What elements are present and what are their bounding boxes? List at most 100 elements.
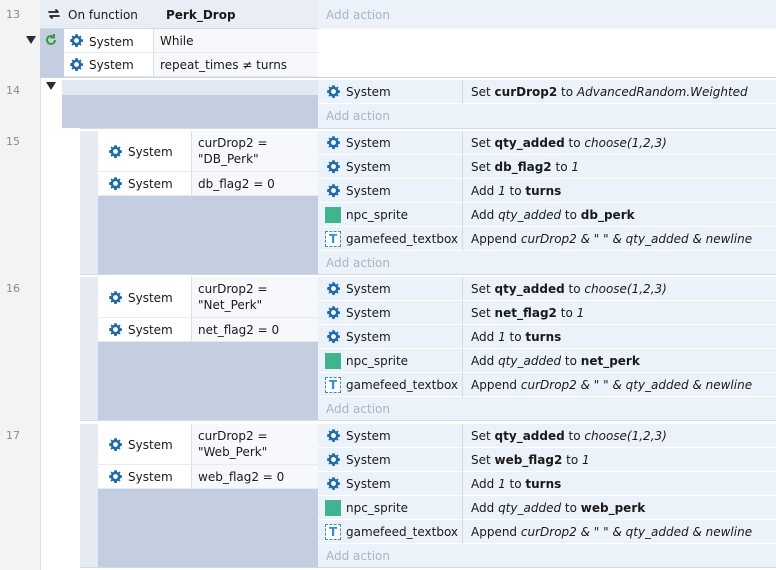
action-row[interactable]: System Set web_flag2 to 1 xyxy=(318,448,776,472)
action-text: Set net_flag2 to 1 xyxy=(471,306,585,320)
action-text: Append curDrop2 & " " & qty_added & newl… xyxy=(471,232,753,246)
system-gear-icon xyxy=(326,84,341,99)
action-text: Add 1 to turns xyxy=(471,330,562,344)
loop-blank-actions xyxy=(318,29,776,77)
condition-text: "Web_Perk" xyxy=(198,445,268,459)
action-text: Append curDrop2 & " " & qty_added & newl… xyxy=(471,525,753,539)
condition-row[interactable]: System net_flag2 = 0 xyxy=(98,318,318,342)
add-action-link[interactable]: Add action xyxy=(326,548,390,564)
action-text: Set db_flag2 to 1 xyxy=(471,160,580,174)
condition-row[interactable]: System web_flag2 = 0 xyxy=(98,465,318,489)
action-text: Set web_flag2 to 1 xyxy=(471,453,590,467)
condition-object: System xyxy=(128,438,173,452)
indent-bar xyxy=(80,131,98,274)
action-object: npc_sprite xyxy=(346,501,409,515)
action-text: Add qty_added to net_perk xyxy=(471,354,640,368)
condition-row[interactable]: System curDrop2 = "Net_Perk" xyxy=(98,277,318,318)
indent-bar xyxy=(80,424,98,567)
condition-text: While xyxy=(160,34,194,48)
system-gear-icon xyxy=(326,305,341,320)
condition-object: System xyxy=(128,291,173,305)
system-gear-icon xyxy=(326,476,341,491)
loop-condition-row[interactable]: System repeat_times ≠ turns xyxy=(64,53,318,77)
add-action-link[interactable]: Add action xyxy=(326,108,390,124)
system-gear-icon xyxy=(326,135,341,150)
action-object: npc_sprite xyxy=(346,208,409,222)
system-gear-icon xyxy=(69,57,84,72)
action-row[interactable]: System Add 1 to turns xyxy=(318,472,776,496)
action-text: Add qty_added to db_perk xyxy=(471,208,635,222)
add-action-link[interactable]: Add action xyxy=(326,255,390,271)
condition-object: System xyxy=(128,323,173,337)
action-text: Add 1 to turns xyxy=(471,477,562,491)
condition-object: System xyxy=(128,470,173,484)
add-action-link[interactable]: Add action xyxy=(326,7,390,23)
action-object: System xyxy=(346,282,391,296)
action-row[interactable]: System Set curDrop2 to AdvancedRandom.We… xyxy=(318,80,776,104)
condition-text: "DB_Perk" xyxy=(198,152,259,166)
loop-condition-row[interactable]: System While xyxy=(64,29,318,53)
action-row[interactable]: System Set qty_added to choose(1,2,3) xyxy=(318,131,776,155)
action-row[interactable]: T gamefeed_textbox Append curDrop2 & " "… xyxy=(318,373,776,397)
trigger-prefix: On function xyxy=(68,8,138,22)
action-object: npc_sprite xyxy=(346,354,409,368)
action-row[interactable]: npc_sprite Add qty_added to web_perk xyxy=(318,496,776,520)
action-text: Set qty_added to choose(1,2,3) xyxy=(471,136,667,150)
action-row[interactable]: System Set db_flag2 to 1 xyxy=(318,155,776,179)
action-object: gamefeed_textbox xyxy=(346,378,459,392)
add-action-link[interactable]: Add action xyxy=(326,401,390,417)
function-trigger-row[interactable]: On function Perk_Drop xyxy=(40,0,318,29)
action-text: Add qty_added to web_perk xyxy=(471,501,646,515)
system-gear-icon xyxy=(326,428,341,443)
action-row[interactable]: System Add 1 to turns xyxy=(318,179,776,203)
action-object: System xyxy=(346,136,391,150)
action-row[interactable]: T gamefeed_textbox Append curDrop2 & " "… xyxy=(318,227,776,251)
system-gear-icon xyxy=(108,437,123,452)
action-object: System xyxy=(346,160,391,174)
collapse-toggle[interactable] xyxy=(46,82,56,90)
action-row[interactable]: System Set qty_added to choose(1,2,3) xyxy=(318,277,776,301)
condition-row[interactable]: System curDrop2 = "Web_Perk" xyxy=(98,424,318,465)
system-gear-icon xyxy=(108,290,123,305)
condition-text: curDrop2 = xyxy=(198,136,268,150)
system-gear-icon xyxy=(108,469,123,484)
action-object: System xyxy=(346,306,391,320)
sprite-icon xyxy=(325,353,341,369)
condition-object: System xyxy=(89,35,134,49)
collapse-toggle[interactable] xyxy=(26,36,36,44)
action-row[interactable]: System Set net_flag2 to 1 xyxy=(318,301,776,325)
indent-bar xyxy=(80,277,98,420)
event-17-actions: System Set qty_added to choose(1,2,3) Sy… xyxy=(318,424,776,567)
line-number: 16 xyxy=(6,282,20,295)
event-13-actions: Add action xyxy=(318,0,776,29)
action-object: System xyxy=(346,429,391,443)
action-row[interactable]: System Add 1 to turns xyxy=(318,325,776,349)
action-row[interactable]: npc_sprite Add qty_added to net_perk xyxy=(318,349,776,373)
condition-text: curDrop2 = xyxy=(198,282,268,296)
event-14-actions: System Set curDrop2 to AdvancedRandom.We… xyxy=(318,80,776,128)
action-object: gamefeed_textbox xyxy=(346,525,459,539)
condition-row[interactable]: System db_flag2 = 0 xyxy=(98,172,318,196)
condition-object: System xyxy=(128,177,173,191)
textbox-icon: T xyxy=(325,377,341,393)
system-gear-icon xyxy=(69,33,84,48)
line-number: 15 xyxy=(6,135,20,148)
action-text: Set curDrop2 to AdvancedRandom.Weighted xyxy=(471,85,748,99)
action-row[interactable]: System Set qty_added to choose(1,2,3) xyxy=(318,424,776,448)
textbox-icon: T xyxy=(325,524,341,540)
condition-row[interactable]: System curDrop2 = "DB_Perk" xyxy=(98,131,318,172)
event-14-header xyxy=(62,80,318,95)
condition-text: "Net_Perk" xyxy=(198,298,263,312)
action-object: System xyxy=(346,184,391,198)
textbox-icon: T xyxy=(325,231,341,247)
line-number: 13 xyxy=(6,8,20,21)
function-loop-icon xyxy=(46,6,62,22)
system-gear-icon xyxy=(108,322,123,337)
condition-text: web_flag2 = 0 xyxy=(198,470,285,484)
system-gear-icon xyxy=(326,281,341,296)
condition-text: db_flag2 = 0 xyxy=(198,177,275,191)
condition-text: repeat_times ≠ turns xyxy=(160,58,288,72)
action-row[interactable]: npc_sprite Add qty_added to db_perk xyxy=(318,203,776,227)
action-row[interactable]: T gamefeed_textbox Append curDrop2 & " "… xyxy=(318,520,776,544)
action-object: System xyxy=(346,453,391,467)
